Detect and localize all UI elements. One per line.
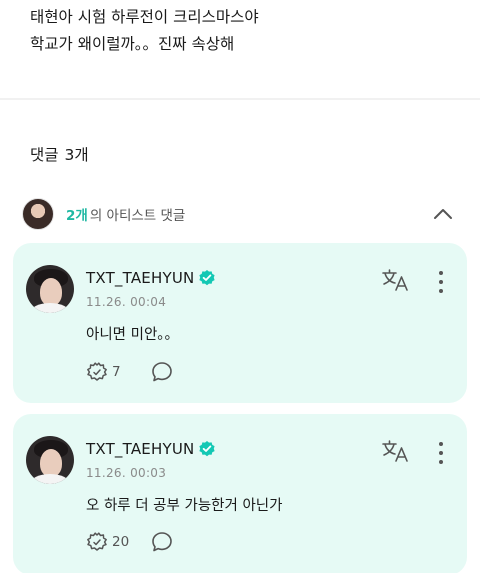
- post-line-1: 태현아 시험 하루전이 크리스마스야: [30, 8, 259, 26]
- comment-text: 오 하루 더 공부 가능한거 아닌가: [86, 498, 283, 514]
- like-count: 7: [112, 364, 121, 380]
- translate-icon[interactable]: [381, 268, 411, 292]
- chevron-up-icon[interactable]: [432, 203, 454, 225]
- comments-heading-count: 3개: [64, 146, 89, 164]
- like-count: 20: [112, 534, 130, 550]
- comment-author-row: TXT_TAEHYUN: [86, 440, 216, 458]
- like-icon[interactable]: [85, 530, 109, 554]
- artist-comment-card: TXT_TAEHYUN 11.26. 00:03 오 하루 더 공부 가능한거 …: [13, 414, 467, 573]
- comment-author[interactable]: TXT_TAEHYUN: [86, 440, 194, 458]
- artist-comments-count: 2개: [66, 208, 88, 224]
- reply-icon[interactable]: [150, 360, 174, 384]
- comment-author[interactable]: TXT_TAEHYUN: [86, 269, 194, 287]
- avatar: [22, 198, 54, 230]
- avatar[interactable]: [26, 265, 74, 313]
- artist-comments-label: 의 아티스트 댓글: [89, 208, 186, 224]
- verified-badge-icon: [199, 270, 216, 286]
- translate-icon[interactable]: [381, 439, 411, 463]
- more-vertical-icon[interactable]: [435, 269, 447, 295]
- post-body: 태현아 시험 하루전이 크리스마스야 학교가 왜이럴까。。진짜 속상해: [30, 4, 460, 58]
- comment-actions: 20: [85, 530, 174, 554]
- artist-comments-summary: 2개 의 아티스트 댓글: [66, 204, 185, 224]
- comment-author-row: TXT_TAEHYUN: [86, 269, 216, 287]
- more-vertical-icon[interactable]: [435, 440, 447, 466]
- comments-heading-label: 댓글: [30, 146, 59, 164]
- comment-actions: 7: [85, 360, 174, 384]
- like-icon[interactable]: [85, 360, 109, 384]
- avatar[interactable]: [26, 436, 74, 484]
- comment-timestamp: 11.26. 00:03: [86, 466, 167, 480]
- artist-comment-card: TXT_TAEHYUN 11.26. 00:04 아니면 미안。。 7: [13, 243, 467, 403]
- artist-comments-toggle[interactable]: 2개 의 아티스트 댓글: [22, 197, 462, 231]
- section-divider: [0, 98, 480, 100]
- comment-text: 아니면 미안。。: [86, 327, 180, 343]
- reply-icon[interactable]: [150, 530, 174, 554]
- comment-timestamp: 11.26. 00:04: [86, 295, 167, 309]
- post-line-2: 학교가 왜이럴까。。진짜 속상해: [30, 35, 235, 53]
- comments-heading: 댓글 3개: [30, 143, 89, 165]
- verified-badge-icon: [199, 441, 216, 457]
